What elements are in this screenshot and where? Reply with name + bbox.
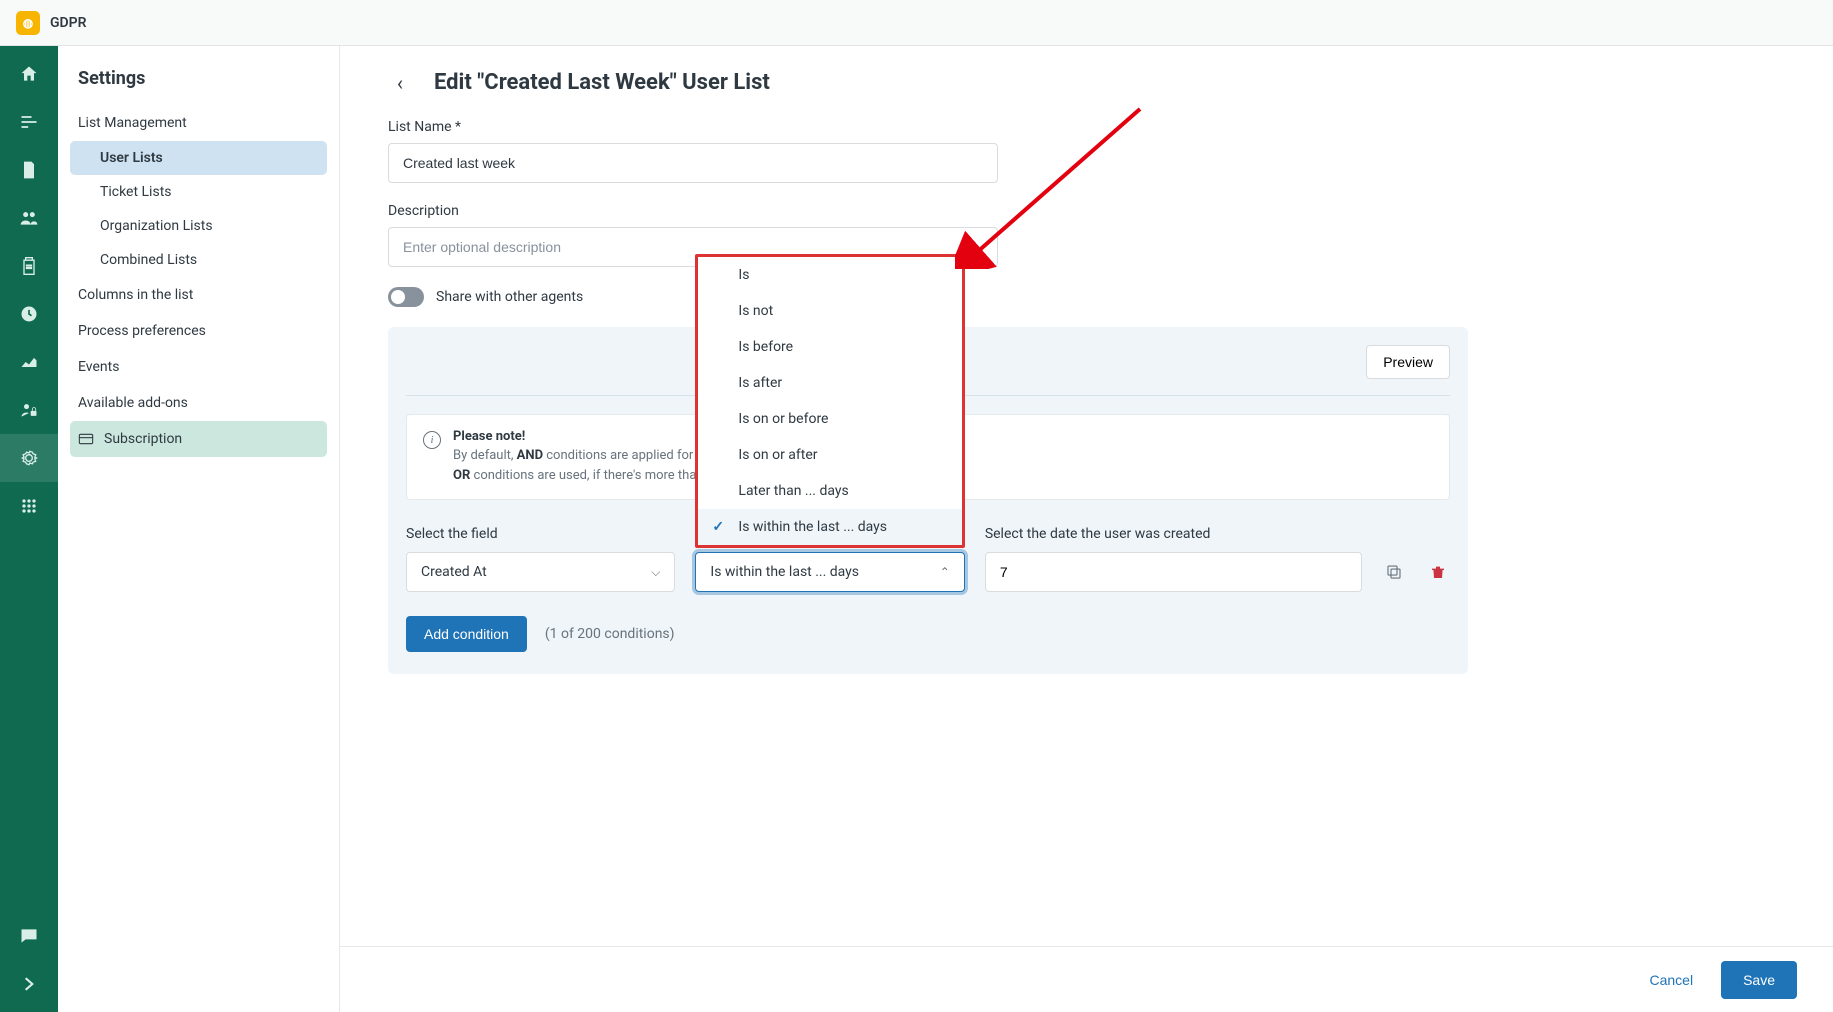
note-line1: By default, AND conditions are applied f… bbox=[453, 446, 721, 466]
dropdown-option[interactable]: Is on or after bbox=[698, 437, 961, 473]
note-line2: OR conditions are used, if there's more … bbox=[453, 466, 721, 486]
list-name-label: List Name * bbox=[388, 119, 998, 135]
clock-icon[interactable] bbox=[17, 302, 41, 326]
expand-icon[interactable] bbox=[17, 972, 41, 996]
copy-condition-button[interactable] bbox=[1382, 552, 1406, 592]
sidebar-title: Settings bbox=[70, 68, 327, 105]
card-icon bbox=[78, 431, 94, 447]
operator-select[interactable]: Is within the last ... days ⌃ bbox=[695, 552, 964, 592]
value-label: Select the date the user was created bbox=[985, 526, 1362, 542]
page-title: Edit "Created Last Week" User List bbox=[434, 70, 770, 95]
sidebar-item-columns[interactable]: Columns in the list bbox=[70, 277, 327, 313]
share-label: Share with other agents bbox=[436, 289, 583, 305]
chat-icon[interactable] bbox=[17, 924, 41, 948]
preview-button[interactable]: Preview bbox=[1366, 345, 1450, 379]
field-list-name: List Name * bbox=[388, 119, 998, 183]
sidebar-item-process-prefs[interactable]: Process preferences bbox=[70, 313, 327, 349]
users-icon[interactable] bbox=[17, 206, 41, 230]
condition-count: (1 of 200 conditions) bbox=[545, 626, 675, 642]
add-condition-button[interactable]: Add condition bbox=[406, 616, 527, 652]
save-button[interactable]: Save bbox=[1721, 961, 1797, 999]
dropdown-option[interactable]: Is after bbox=[698, 365, 961, 401]
document-icon[interactable] bbox=[17, 158, 41, 182]
apps-icon[interactable] bbox=[17, 494, 41, 518]
home-icon[interactable] bbox=[17, 62, 41, 86]
user-lock-icon[interactable] bbox=[17, 398, 41, 422]
topbar: ◍ GDPR bbox=[0, 0, 1833, 46]
field-select-value: Created At bbox=[421, 564, 487, 580]
dropdown-option[interactable]: Is not bbox=[698, 293, 961, 329]
sidebar-item-user-lists[interactable]: User Lists bbox=[70, 141, 327, 175]
note-title: Please note! bbox=[453, 429, 721, 444]
sidebar-item-combined-lists[interactable]: Combined Lists bbox=[70, 243, 327, 277]
sidebar-item-addons[interactable]: Available add-ons bbox=[70, 385, 327, 421]
field-select-label: Select the field bbox=[406, 526, 675, 542]
chevron-down-icon: ⌵ bbox=[651, 565, 660, 580]
dropdown-option[interactable]: Is bbox=[698, 257, 961, 293]
sidebar-item-org-lists[interactable]: Organization Lists bbox=[70, 209, 327, 243]
settings-sidebar: Settings List Management User Lists Tick… bbox=[58, 46, 340, 1012]
sidebar-item-label: Subscription bbox=[104, 431, 182, 447]
chevron-up-icon: ⌃ bbox=[940, 565, 950, 579]
list-icon[interactable] bbox=[17, 110, 41, 134]
condition-field-col: Select the field Created At ⌵ bbox=[406, 526, 675, 592]
operator-dropdown: IsIs notIs beforeIs afterIs on or before… bbox=[695, 254, 964, 548]
add-condition-row: Add condition (1 of 200 conditions) bbox=[406, 616, 1450, 652]
sidebar-item-subscription[interactable]: Subscription bbox=[70, 421, 327, 457]
operator-select-value: Is within the last ... days bbox=[710, 564, 859, 580]
nav-rail bbox=[0, 46, 58, 1012]
value-input[interactable] bbox=[985, 552, 1362, 592]
description-label: Description bbox=[388, 203, 998, 219]
footer: Cancel Save bbox=[340, 946, 1833, 1012]
app-logo-icon: ◍ bbox=[16, 11, 40, 35]
share-toggle-row: Share with other agents bbox=[388, 287, 1785, 307]
sidebar-group-label[interactable]: List Management bbox=[70, 105, 327, 141]
layout: Settings List Management User Lists Tick… bbox=[0, 46, 1833, 1012]
copy-icon bbox=[1385, 563, 1403, 581]
dropdown-option[interactable]: Is within the last ... days bbox=[698, 509, 961, 545]
back-button[interactable]: ‹ bbox=[388, 71, 412, 95]
info-icon: i bbox=[423, 431, 441, 449]
sidebar-item-events[interactable]: Events bbox=[70, 349, 327, 385]
dropdown-option[interactable]: Is on or before bbox=[698, 401, 961, 437]
trash-icon bbox=[1430, 563, 1446, 581]
list-name-input[interactable] bbox=[388, 143, 998, 183]
share-toggle[interactable] bbox=[388, 287, 424, 307]
condition-value-col: Select the date the user was created bbox=[985, 526, 1362, 592]
chart-icon[interactable] bbox=[17, 350, 41, 374]
dropdown-option[interactable]: Is before bbox=[698, 329, 961, 365]
main-content: ‹ Edit "Created Last Week" User List Lis… bbox=[340, 46, 1833, 946]
delete-condition-button[interactable] bbox=[1426, 552, 1450, 592]
settings-icon[interactable] bbox=[0, 434, 58, 482]
main: ‹ Edit "Created Last Week" User List Lis… bbox=[340, 46, 1833, 1012]
app-name: GDPR bbox=[50, 15, 87, 31]
cancel-button[interactable]: Cancel bbox=[1649, 972, 1693, 988]
dropdown-option[interactable]: Later than ... days bbox=[698, 473, 961, 509]
field-select[interactable]: Created At ⌵ bbox=[406, 552, 675, 592]
sidebar-group-list-mgmt: List Management User Lists Ticket Lists … bbox=[70, 105, 327, 277]
clipboard-icon[interactable] bbox=[17, 254, 41, 278]
sidebar-item-ticket-lists[interactable]: Ticket Lists bbox=[70, 175, 327, 209]
page-header: ‹ Edit "Created Last Week" User List bbox=[388, 70, 1785, 95]
